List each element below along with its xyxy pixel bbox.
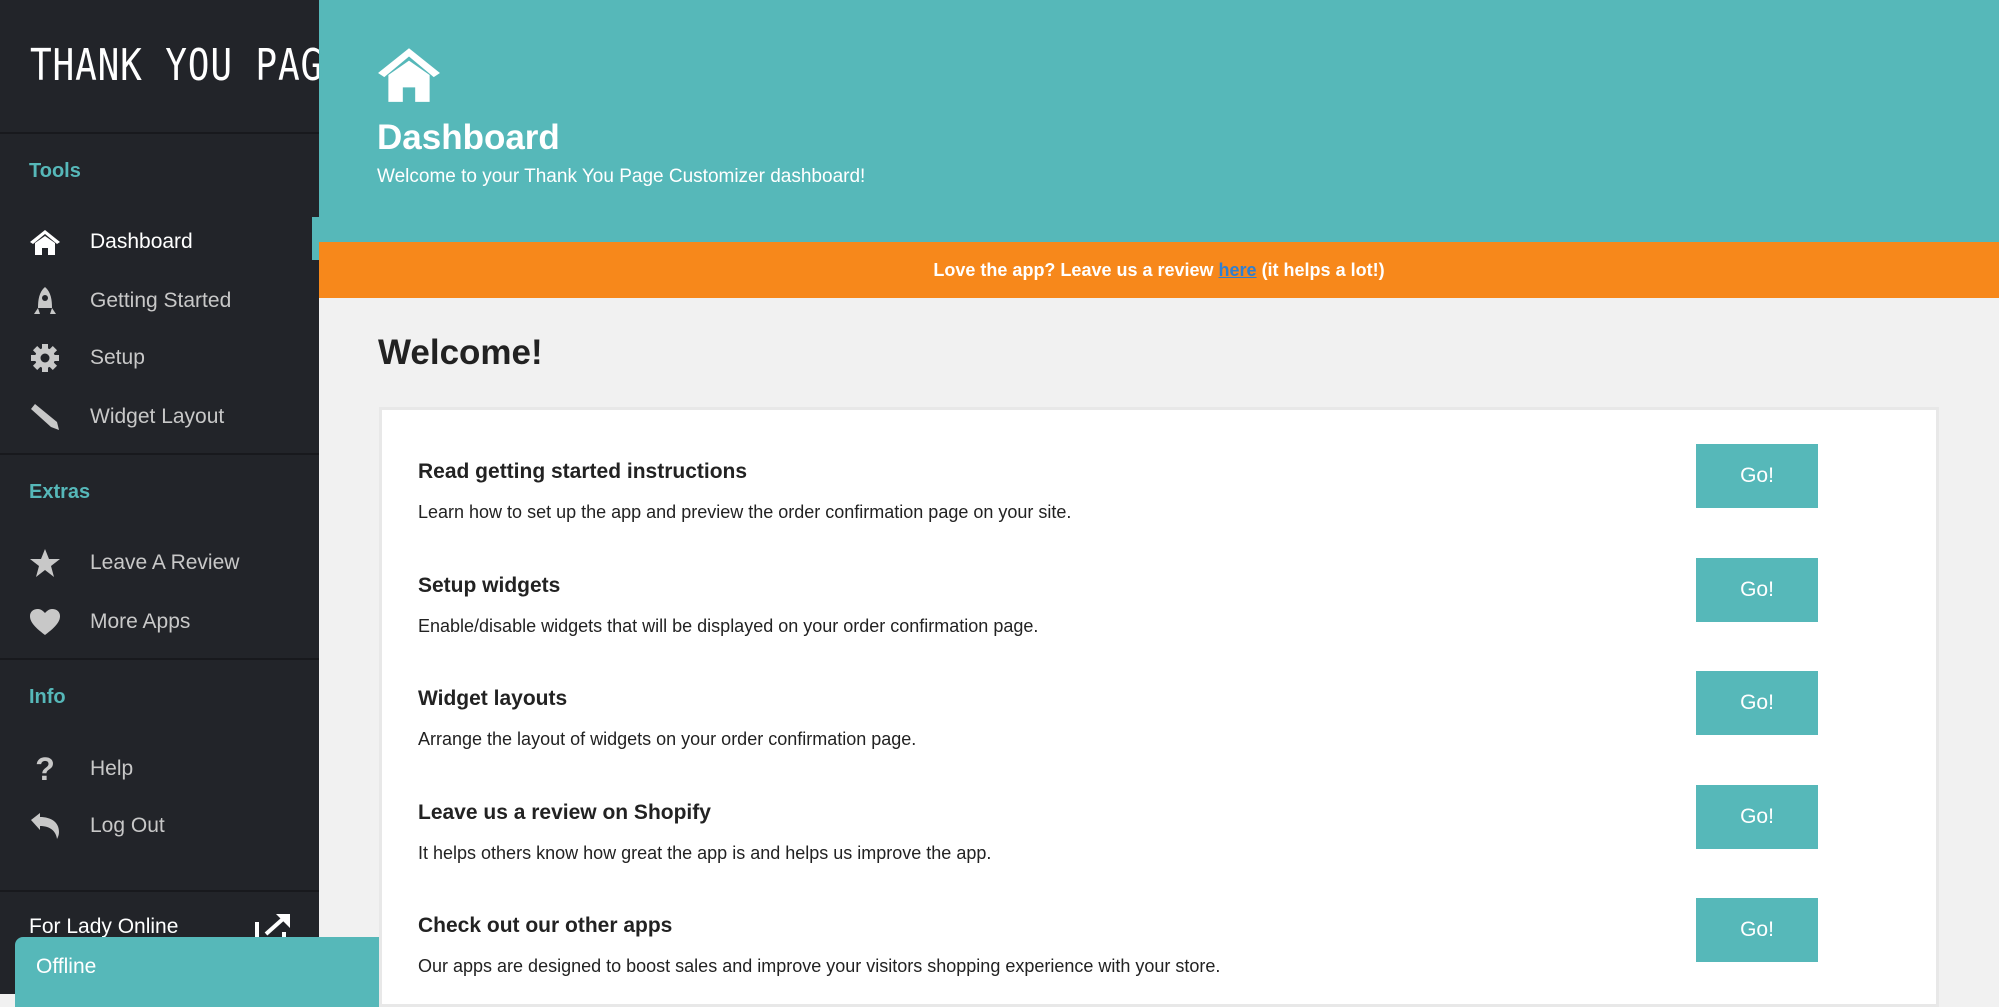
welcome-heading: Welcome! bbox=[378, 333, 543, 372]
page-header: Dashboard Welcome to your Thank You Page… bbox=[319, 0, 1999, 242]
go-button[interactable]: Go! bbox=[1696, 785, 1818, 849]
sidebar-item-widget-layout[interactable]: Widget Layout bbox=[0, 392, 319, 442]
list-item: Leave us a review on Shopify It helps oth… bbox=[382, 785, 1936, 891]
sidebar-item-leave-a-review[interactable]: Leave A Review bbox=[0, 538, 319, 588]
banner-text: Love the app? Leave us a review bbox=[933, 260, 1219, 280]
divider bbox=[0, 132, 319, 134]
list-item: Setup widgets Enable/disable widgets that… bbox=[382, 558, 1936, 664]
sidebar-item-label: Dashboard bbox=[90, 230, 193, 253]
sidebar-item-label: Help bbox=[90, 757, 134, 780]
item-description: Learn how to set up the app and preview … bbox=[418, 502, 1072, 522]
item-description: Arrange the layout of widgets on your or… bbox=[418, 729, 917, 749]
undo-icon bbox=[28, 809, 62, 843]
sidebar-item-label: Leave A Review bbox=[90, 551, 240, 574]
pencil-icon bbox=[28, 400, 62, 434]
sidebar-item-help[interactable]: ? Help bbox=[0, 744, 319, 794]
go-button[interactable]: Go! bbox=[1696, 558, 1818, 622]
item-title: Setup widgets bbox=[418, 574, 561, 597]
item-title: Leave us a review on Shopify bbox=[418, 801, 711, 824]
sidebar-item-setup[interactable]: Setup bbox=[0, 333, 319, 383]
task-card: Read getting started instructions Learn h… bbox=[379, 407, 1939, 1007]
app-logo: THANK YOU PAGE bbox=[30, 40, 346, 91]
sidebar-item-getting-started[interactable]: Getting Started bbox=[0, 276, 319, 326]
item-description: Our apps are designed to boost sales and… bbox=[418, 956, 1221, 976]
review-banner: Love the app? Leave us a review here (it… bbox=[319, 242, 1999, 298]
page-subtitle: Welcome to your Thank You Page Customize… bbox=[377, 166, 866, 187]
section-extras: Extras bbox=[29, 481, 91, 503]
gear-icon bbox=[28, 341, 62, 375]
status-label: Offline bbox=[36, 955, 97, 978]
banner-text: (it helps a lot!) bbox=[1256, 260, 1385, 280]
review-link[interactable]: here bbox=[1219, 260, 1257, 280]
page-title: Dashboard bbox=[377, 118, 560, 157]
heart-icon bbox=[28, 605, 62, 639]
list-item: Check out our other apps Our apps are des… bbox=[382, 898, 1936, 1004]
go-button[interactable]: Go! bbox=[1696, 898, 1818, 962]
sidebar-item-label: Getting Started bbox=[90, 289, 232, 312]
store-name: For Lady Online bbox=[29, 915, 179, 938]
question-icon: ? bbox=[35, 750, 55, 787]
sidebar-item-dashboard[interactable]: Dashboard bbox=[0, 217, 319, 267]
item-description: It helps others know how great the app i… bbox=[418, 843, 992, 863]
item-description: Enable/disable widgets that will be disp… bbox=[418, 616, 1039, 636]
rocket-icon bbox=[28, 284, 62, 318]
sidebar-item-more-apps[interactable]: More Apps bbox=[0, 597, 319, 647]
sidebar: THANK YOU PAGE Tools Dashboard Getting S… bbox=[0, 0, 345, 994]
divider bbox=[0, 658, 319, 660]
sidebar-item-log-out[interactable]: Log Out bbox=[0, 801, 319, 851]
section-tools: Tools bbox=[29, 160, 81, 182]
star-icon bbox=[28, 546, 62, 580]
sidebar-item-label: Setup bbox=[90, 346, 145, 369]
sidebar-item-label: Widget Layout bbox=[90, 405, 225, 428]
divider bbox=[0, 890, 319, 892]
list-item: Read getting started instructions Learn h… bbox=[382, 444, 1936, 550]
home-icon bbox=[28, 225, 62, 259]
sidebar-item-label: More Apps bbox=[90, 610, 191, 633]
sidebar-item-label: Log Out bbox=[90, 814, 165, 837]
item-title: Read getting started instructions bbox=[418, 460, 748, 483]
item-title: Widget layouts bbox=[418, 687, 568, 710]
list-item: Widget layouts Arrange the layout of widg… bbox=[382, 671, 1936, 777]
go-button[interactable]: Go! bbox=[1696, 444, 1818, 508]
item-title: Check out our other apps bbox=[418, 914, 673, 937]
home-icon bbox=[376, 44, 442, 111]
go-button[interactable]: Go! bbox=[1696, 671, 1818, 735]
divider bbox=[0, 453, 319, 455]
section-info: Info bbox=[29, 686, 66, 708]
